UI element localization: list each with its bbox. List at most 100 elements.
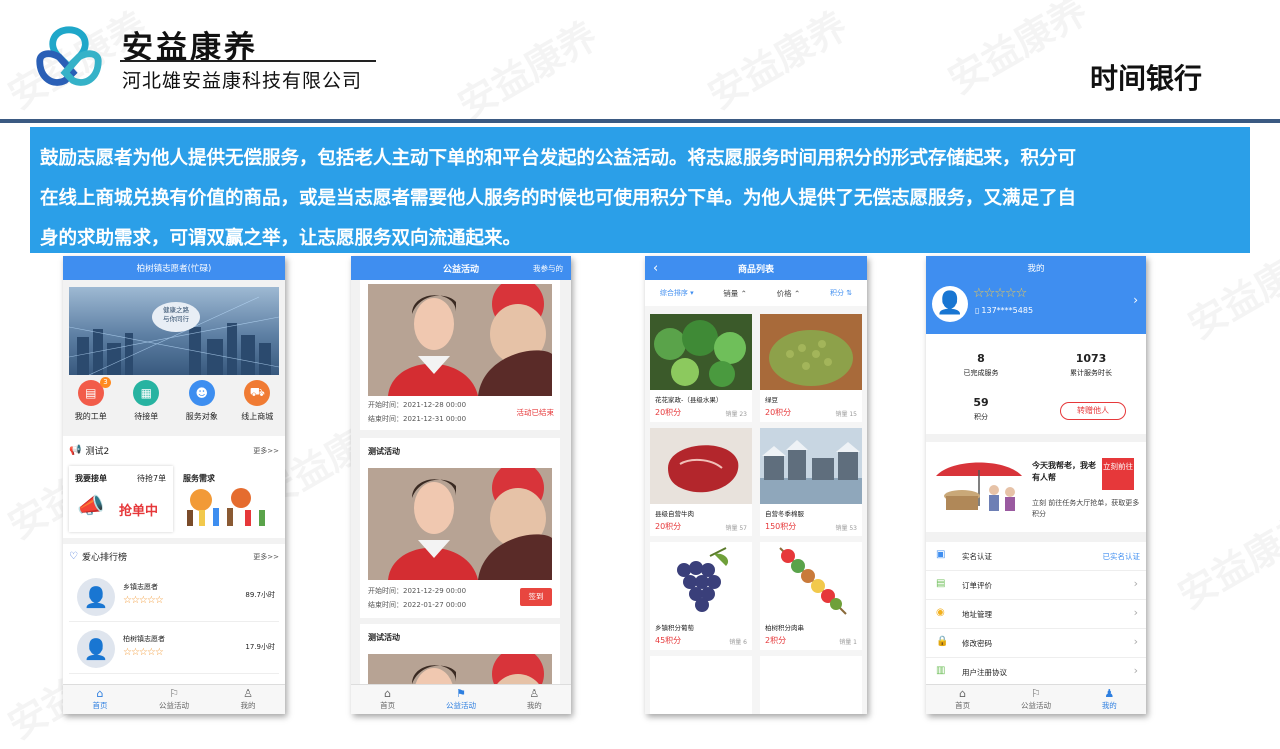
tab-home[interactable]: ⌂ 首页: [63, 685, 137, 714]
tab-mine[interactable]: ♟ 我的: [1073, 685, 1146, 714]
product-card[interactable]: [650, 656, 752, 714]
profile-menu: ▣ 实名认证 已实名认证 ▤ 订单评价 › ◉ 地址管理 › 🔒 修改密码 › …: [926, 542, 1146, 687]
activity-card-title: 测试活动: [368, 447, 400, 456]
menu-order-review[interactable]: ▤ 订单评价 ›: [926, 571, 1146, 600]
filter-price[interactable]: 价格 ⌃: [777, 288, 801, 299]
product-price: 20积分: [655, 408, 682, 417]
product-card[interactable]: 自营冬季棉服 150积分 销量 53: [760, 428, 862, 536]
id-card-icon: ▣: [936, 549, 946, 560]
avatar[interactable]: 👤: [932, 286, 968, 322]
tab-charity[interactable]: ⚑ 公益活动: [424, 685, 497, 714]
megaphone-icon: 📢: [69, 445, 82, 456]
notice-text: 测试2: [85, 447, 110, 457]
brand-subtitle: 河北雄安益康科技有限公司: [122, 70, 363, 92]
stat-label: 累计服务时长: [1070, 369, 1112, 377]
tab-home[interactable]: ⌂ 首页: [351, 685, 424, 714]
rank-row[interactable]: 👤 乡镇志愿者 ☆☆☆☆☆ 89.7小时: [69, 572, 279, 622]
notice-bar[interactable]: 📢 测试2 更多>>: [69, 444, 279, 457]
rank-header: ♡ 爱心排行榜 更多>>: [69, 550, 279, 563]
activity-photo: [368, 284, 552, 396]
product-sales: 销量 23: [725, 411, 747, 418]
beans-image-icon: [760, 314, 862, 390]
go-now-button[interactable]: 立刻前往: [1102, 458, 1134, 490]
tab-label: 我的: [526, 701, 542, 710]
order-badge: 3: [100, 377, 111, 388]
flag-icon: ⚐: [169, 687, 179, 700]
grapes-image-icon: [650, 542, 752, 618]
pending-count: 待抢7单: [137, 474, 167, 483]
my-participation-link[interactable]: 我参与的: [533, 263, 563, 274]
quick-label: 服务对象: [185, 412, 218, 421]
tab-label: 公益活动: [445, 701, 476, 710]
product-name: 乡镇积分葡萄: [655, 624, 694, 632]
product-card[interactable]: 乡镇积分葡萄 45积分 销量 6: [650, 542, 752, 650]
product-sales: 销量 57: [725, 525, 747, 532]
document-icon: ▦: [133, 380, 160, 406]
skewer-image-icon: [760, 542, 862, 618]
rank-title-wrap: ♡ 爱心排行榜: [69, 550, 127, 563]
profile-header: 我的 👤 ☆☆☆☆☆ ▯ 137****5485 ›: [926, 256, 1146, 334]
quick-label: 待接单: [134, 412, 159, 421]
take-order-card[interactable]: 我要接单 待抢7单 📣 抢单中: [69, 466, 173, 532]
gift-points-button[interactable]: 转赠他人: [1060, 402, 1126, 420]
product-card[interactable]: 花花家政-（县级水果） 20积分 销量 23: [650, 314, 752, 422]
back-icon[interactable]: ‹: [653, 261, 658, 276]
tab-home[interactable]: ⌂ 首页: [926, 685, 999, 714]
home-title: 柏树镇志愿者(忙碌): [136, 264, 212, 274]
product-name: 自营冬季棉服: [765, 510, 804, 518]
home-banner[interactable]: 健康之路 与你同行: [69, 287, 279, 375]
menu-user-agreement[interactable]: ▥ 用户注册协议 ›: [926, 658, 1146, 687]
activity-card[interactable]: 开始时间：2021-12-28 00:00 结束时间：2021-12-31 00…: [360, 280, 560, 430]
phone-home-screen: 柏树镇志愿者(忙碌) 健康之路 与你同行 ▤ 3 我的工单 ▦ 待接单 ☻ 服务…: [63, 256, 285, 714]
tab-bar: ⌂ 首页 ⚑ 公益活动 ♙ 我的: [351, 684, 571, 714]
quick-online-mall[interactable]: ⛟ 线上商城: [230, 380, 286, 428]
city-skyline-icon: [69, 296, 279, 375]
activity-title: 公益活动: [442, 264, 479, 275]
rank-row[interactable]: 👤 柏树镇志愿者 ☆☆☆☆☆ 17.9小时: [69, 624, 279, 674]
menu-change-password[interactable]: 🔒 修改密码 ›: [926, 629, 1146, 658]
tab-charity[interactable]: ⚐ 公益活动: [999, 685, 1072, 714]
product-card[interactable]: [760, 656, 862, 714]
product-name: 县级自营牛肉: [655, 510, 694, 518]
product-card[interactable]: 绿豆 20积分 销量 15: [760, 314, 862, 422]
tab-label: 首页: [92, 701, 108, 710]
phone-activity-screen: 公益活动 我参与的 开始时间：2021-12-28 00:00 结束时间：202…: [351, 256, 571, 714]
stat-points: 59 积分: [926, 396, 1036, 422]
service-need-title: 服务需求: [183, 474, 215, 483]
menu-address[interactable]: ◉ 地址管理 ›: [926, 600, 1146, 629]
activity-card[interactable]: 测试活动 开始时间：2021-12-29 00:00 结束时间：2022-01-…: [360, 438, 560, 618]
quick-my-orders[interactable]: ▤ 3 我的工单: [63, 377, 119, 428]
rank-more-link[interactable]: 更多>>: [253, 552, 279, 562]
heart-icon: ♡: [69, 551, 78, 562]
filter-sales[interactable]: 销量 ⌃: [723, 288, 747, 299]
service-need-card[interactable]: 服务需求: [177, 466, 279, 532]
tab-mine[interactable]: ♙ 我的: [211, 685, 285, 714]
product-card[interactable]: 柏树积分肉串 2积分 销量 1: [760, 542, 862, 650]
product-card[interactable]: 县级自营牛肉 20积分 销量 57: [650, 428, 752, 536]
quick-pending[interactable]: ▦ 待接单: [119, 380, 175, 428]
watertown-image-icon: [760, 428, 862, 504]
filter-overall[interactable]: 综合排序 ▾: [660, 288, 694, 298]
watermark-text: 安益康养: [1166, 496, 1280, 620]
flag-icon: ⚑: [456, 687, 466, 700]
slide-header: 安益康养 河北雄安益康科技有限公司 时间银行: [0, 0, 1280, 120]
quick-entry-row: ▤ 3 我的工单 ▦ 待接单 ☻ 服务对象 ⛟ 线上商城: [63, 377, 286, 428]
chevron-right-icon[interactable]: ›: [1133, 293, 1138, 307]
tab-mine[interactable]: ♙ 我的: [498, 685, 571, 714]
profile-phone-row: ▯ 137****5485: [975, 306, 1033, 315]
menu-real-name[interactable]: ▣ 实名认证 已实名认证: [926, 542, 1146, 571]
notice-more-link[interactable]: 更多>>: [253, 446, 279, 456]
activity-start-time: 开始时间：2021-12-28 00:00: [368, 401, 467, 409]
product-price: 20积分: [655, 522, 682, 531]
sign-in-button[interactable]: 签到: [520, 588, 552, 606]
tab-charity[interactable]: ⚐ 公益活动: [137, 685, 211, 714]
product-price: 150积分: [765, 522, 797, 531]
intro-line: 身的求助需求，可谓双赢之举，让志愿服务双向流通起来。: [40, 228, 522, 249]
quick-service-targets[interactable]: ☻ 服务对象: [174, 380, 230, 428]
activity-start-time: 开始时间：2021-12-29 00:00: [368, 587, 467, 595]
filter-points[interactable]: 积分 ⇅: [830, 288, 852, 298]
rank-section: ♡ 爱心排行榜 更多>> 👤 乡镇志愿者 ☆☆☆☆☆ 89.7小时 👤 柏树镇志…: [63, 544, 285, 684]
tab-label: 公益活动: [159, 701, 189, 710]
note-icon: ▤: [936, 578, 946, 589]
promo-card[interactable]: 今天我帮老，我老有人帮 立刻前往 立刻 前往任务大厅抢单，获取更多积分: [926, 442, 1146, 532]
